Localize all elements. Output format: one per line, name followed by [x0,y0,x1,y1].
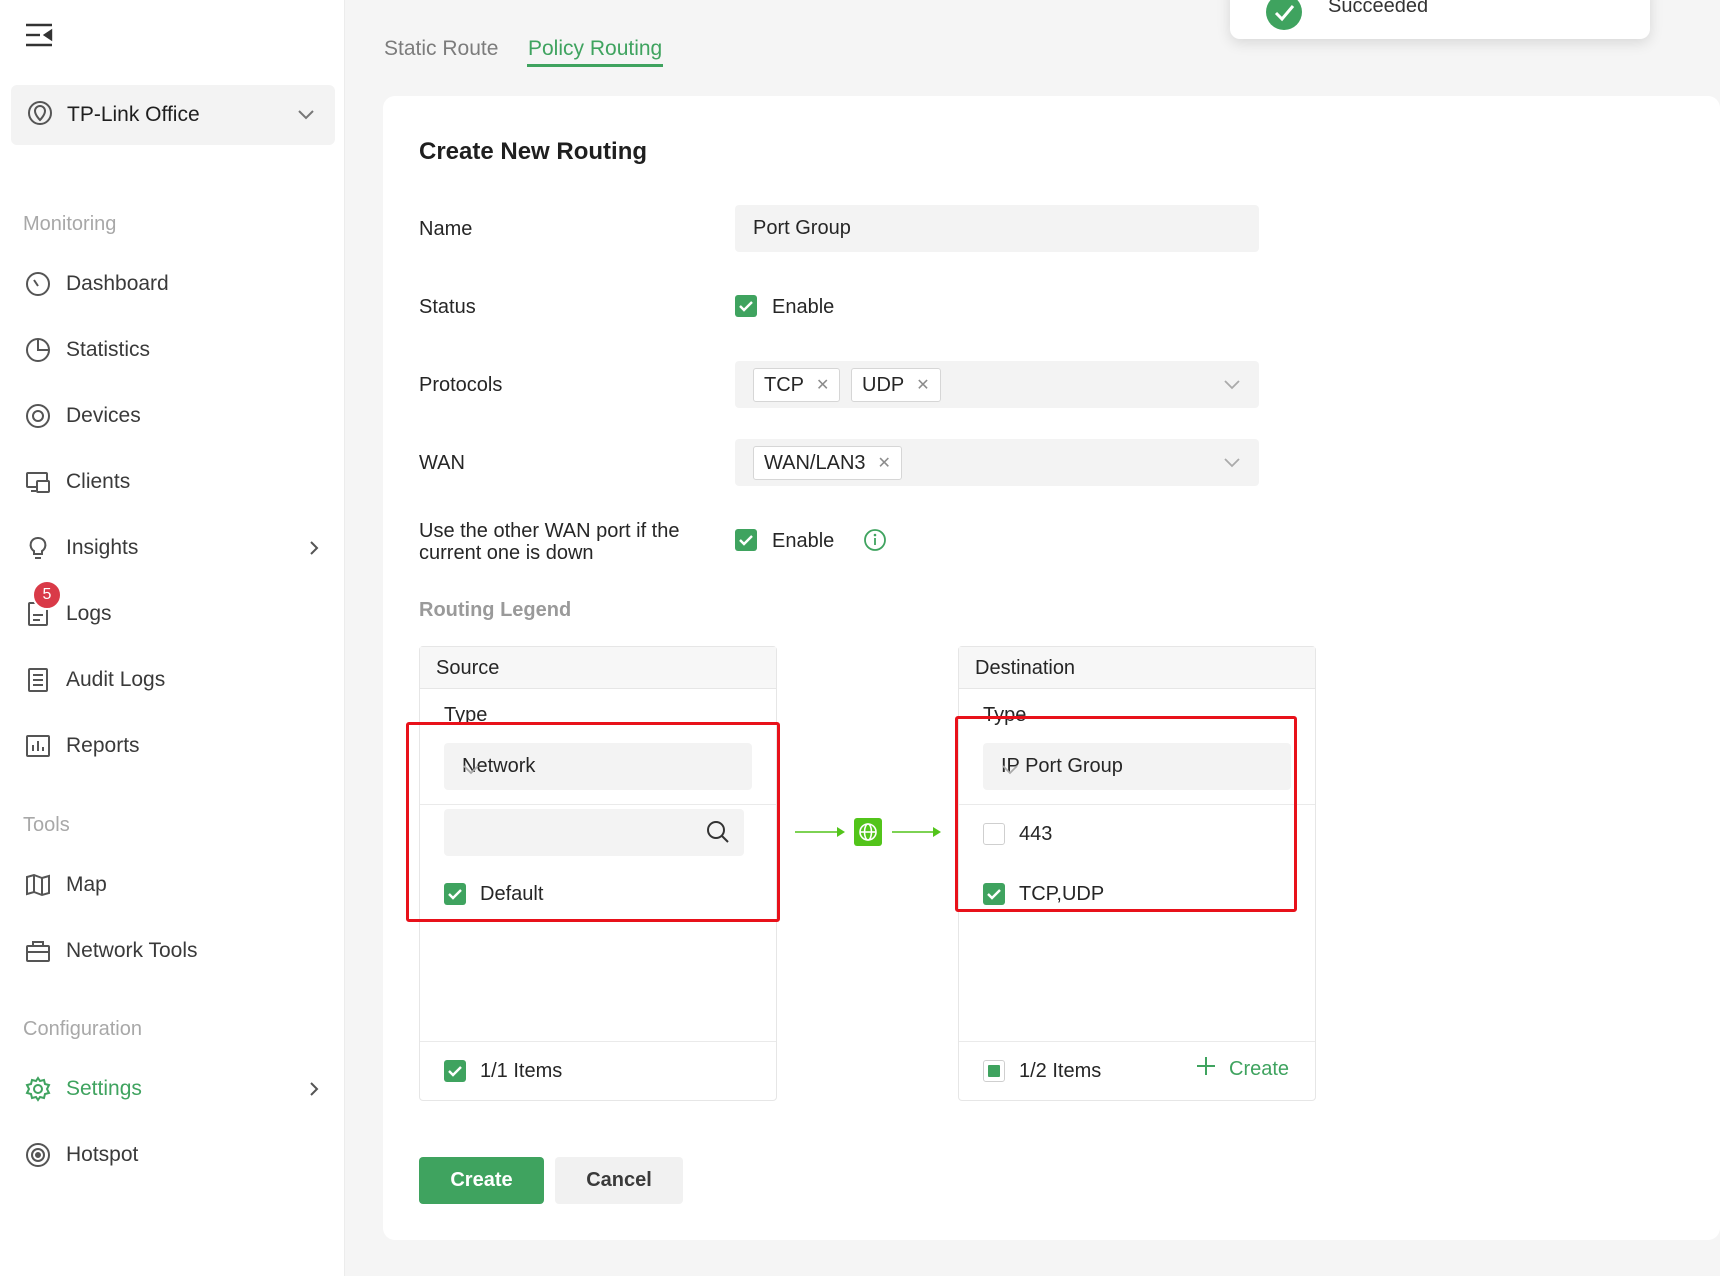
hotspot-icon [24,1141,52,1169]
failover-label: Use the other WAN port if the current on… [419,520,680,564]
active-tab-indicator [527,64,663,67]
sidebar-item-devices[interactable]: Devices [24,396,329,436]
destination-item-count: 1/2 Items [1019,1060,1102,1082]
check-circle-icon [1266,0,1302,30]
chevron-right-icon [307,1081,321,1102]
bar-chart-icon [24,732,52,760]
name-label: Name [419,218,473,240]
tab-policy-routing[interactable]: Policy Routing [528,37,662,61]
chevron-right-icon [307,540,321,561]
sidebar-item-dashboard[interactable]: Dashboard [24,264,329,304]
status-enable-checkbox[interactable] [735,295,757,317]
chevron-down-icon [297,105,315,128]
success-toast: Succeeded [1230,0,1650,39]
gear-icon [24,1075,52,1103]
create-group-link[interactable]: Create [1195,1055,1289,1083]
clients-icon [24,468,52,496]
audit-list-icon [24,666,52,694]
plus-icon [1195,1055,1217,1083]
cancel-button[interactable]: Cancel [555,1157,683,1204]
routing-flow-arrow [795,818,941,846]
toast-message: Succeeded [1328,0,1429,17]
name-value: Port Group [753,217,851,239]
section-tools: Tools [23,814,70,836]
wan-tag: WAN/LAN3 ✕ [753,446,902,480]
tab-static-route[interactable]: Static Route [384,37,498,61]
chevron-down-icon [1223,377,1241,396]
failover-enable-checkbox[interactable] [735,529,757,551]
protocols-select[interactable]: TCP ✕ UDP ✕ [735,361,1259,408]
sidebar-item-reports[interactable]: Reports [24,726,329,766]
devices-icon [24,402,52,430]
sidebar-item-statistics[interactable]: Statistics [24,330,329,370]
status-label: Status [419,296,476,318]
source-item-count: 1/1 Items [480,1060,563,1082]
chevron-down-icon [1223,455,1241,474]
wan-label: WAN [419,452,465,474]
section-monitoring: Monitoring [23,213,117,235]
sidebar: TP-Link Office Monitoring Dashboard Stat… [0,0,345,1276]
logs-count-badge: 5 [32,580,62,610]
indeterminate-mark [988,1065,1000,1077]
site-name: TP-Link Office [67,103,200,126]
site-selector[interactable]: TP-Link Office [11,85,335,145]
protocols-label: Protocols [419,374,503,396]
remove-tag-icon[interactable]: ✕ [816,375,829,395]
create-routing-card: Create New Routing Name Port Group Statu… [383,96,1720,1240]
lightbulb-icon [24,534,52,562]
sidebar-item-hotspot[interactable]: Hotspot [24,1135,329,1175]
pie-chart-icon [24,336,52,364]
sidebar-item-settings[interactable]: Settings [24,1069,329,1109]
page-title: Create New Routing [419,138,648,165]
create-button[interactable]: Create [419,1157,544,1204]
name-input[interactable]: Port Group [735,205,1259,252]
remove-tag-icon[interactable]: ✕ [878,453,891,473]
wan-select[interactable]: WAN/LAN3 ✕ [735,439,1259,486]
sidebar-item-network-tools[interactable]: Network Tools [24,931,329,971]
destination-select-all-checkbox[interactable] [983,1060,1005,1082]
sidebar-item-map[interactable]: Map [24,865,329,905]
source-select-all-checkbox[interactable] [444,1060,466,1082]
status-enable-label: Enable [772,296,835,318]
toolbox-icon [24,937,52,965]
protocol-tag-tcp: TCP ✕ [753,368,841,402]
destination-highlight-box [955,716,1297,912]
sidebar-item-logs[interactable]: 5 Logs [24,580,329,634]
map-icon [24,871,52,899]
routing-legend-title: Routing Legend [419,599,572,621]
source-header: Source [436,657,500,679]
location-pin-icon [27,100,53,131]
dashboard-icon [24,270,52,298]
menu-collapse-icon[interactable] [24,22,54,48]
protocol-tag-udp: UDP ✕ [851,368,941,402]
remove-tag-icon[interactable]: ✕ [916,375,929,395]
source-highlight-box [406,722,780,922]
destination-header: Destination [975,657,1076,679]
section-configuration: Configuration [23,1018,142,1040]
sidebar-item-audit-logs[interactable]: Audit Logs [24,660,329,700]
failover-enable-label: Enable [772,530,835,552]
sidebar-item-clients[interactable]: Clients [24,462,329,502]
sidebar-item-insights[interactable]: Insights [24,528,329,568]
info-icon[interactable] [863,528,887,557]
